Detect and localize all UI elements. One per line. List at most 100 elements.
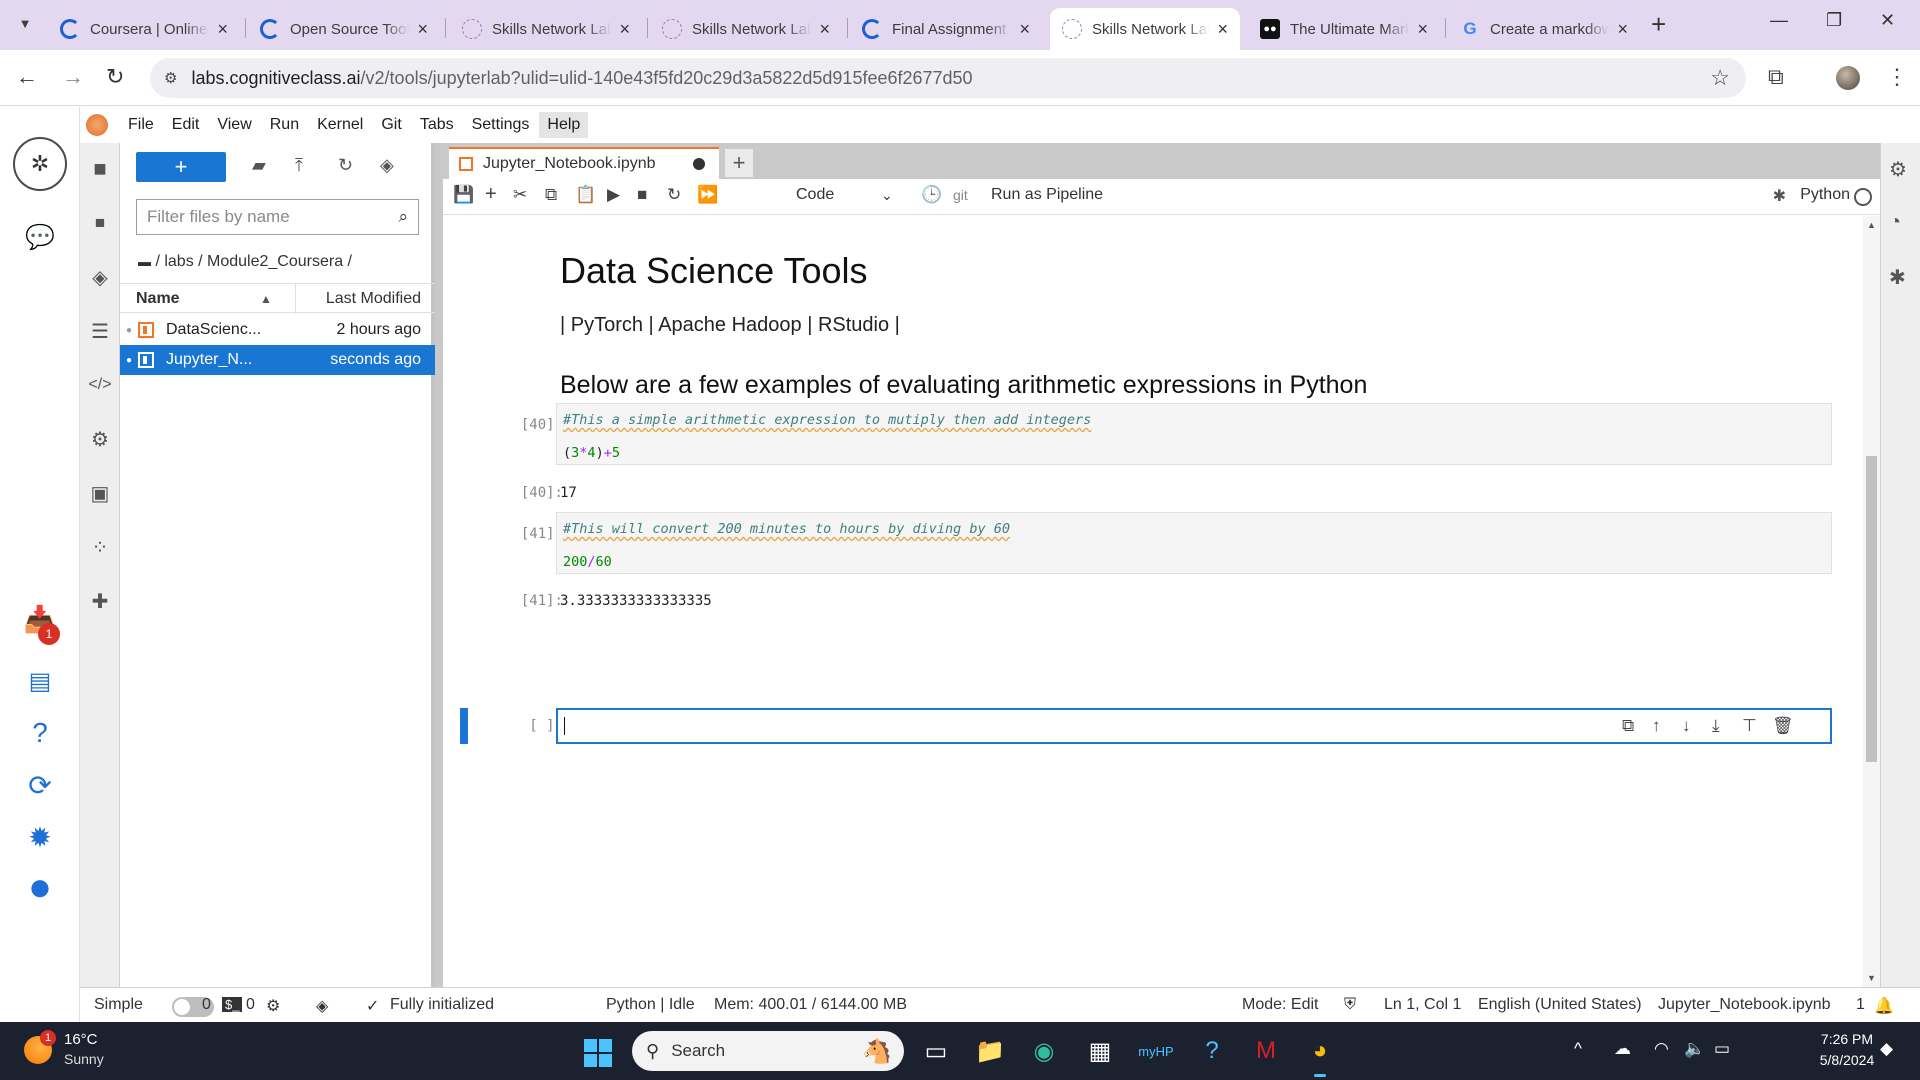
column-modified-header[interactable]: Last Modified: [326, 290, 421, 308]
weather-condition[interactable]: Sunny: [64, 1051, 104, 1067]
address-bar[interactable]: ⚙ labs.cognitiveclass.ai/v2/tools/jupyte…: [150, 58, 1746, 98]
refresh-icon[interactable]: ↻: [338, 155, 353, 176]
puzzle-icon[interactable]: ✚: [80, 581, 120, 621]
insert-cell-icon[interactable]: +: [485, 183, 497, 206]
move-down-icon[interactable]: ↓: [1682, 716, 1691, 736]
taskbar-search-box[interactable]: ⚲ Search 🐴: [632, 1031, 904, 1071]
delete-cell-icon[interactable]: 🗑: [1772, 716, 1794, 736]
browser-tab[interactable]: Coursera | Online Courses ×: [48, 8, 240, 50]
close-icon[interactable]: ×: [217, 19, 228, 40]
file-explorer-icon[interactable]: 📁: [972, 1033, 1008, 1069]
site-info-icon[interactable]: ⚙: [164, 69, 177, 87]
scroll-up-icon[interactable]: ▲: [1867, 220, 1876, 230]
menu-settings[interactable]: Settings: [464, 112, 538, 138]
profile-avatar[interactable]: [1836, 66, 1860, 90]
weather-temperature[interactable]: 16°C: [64, 1031, 98, 1048]
menu-run[interactable]: Run: [262, 112, 307, 138]
back-icon[interactable]: ←: [16, 64, 38, 90]
restart-icon[interactable]: ↻: [667, 185, 681, 205]
breadcrumb[interactable]: ▬ / labs / Module2_Coursera /: [138, 253, 352, 271]
minimize-icon[interactable]: —: [1770, 10, 1788, 31]
extension-manager-icon[interactable]: ⁘: [80, 527, 120, 567]
file-row[interactable]: ● DataScienc... 2 hours ago: [120, 315, 435, 345]
tab-search-button[interactable]: ▼: [12, 10, 38, 36]
column-divider[interactable]: [295, 284, 296, 314]
kernel-state[interactable]: Python | Idle: [606, 996, 695, 1014]
copilot-icon[interactable]: ◆: [1880, 1039, 1893, 1059]
menu-help[interactable]: Help: [539, 112, 589, 138]
terminal-count[interactable]: 0: [202, 996, 211, 1014]
property-inspector-icon[interactable]: ⚙: [80, 419, 120, 459]
kernel-count[interactable]: 0: [246, 996, 255, 1014]
forward-icon[interactable]: →: [62, 64, 84, 90]
notebook-scrollbar[interactable]: ▲ ▼: [1863, 216, 1880, 987]
browser-tab[interactable]: G Create a markdown ×: [1448, 8, 1640, 50]
git-status-icon[interactable]: ◈: [316, 996, 328, 1016]
browser-tab[interactable]: Final Assignment ×: [850, 8, 1042, 50]
close-icon[interactable]: ×: [1019, 19, 1030, 40]
url-text[interactable]: labs.cognitiveclass.ai/v2/tools/jupyterl…: [191, 68, 972, 89]
browser-tab[interactable]: Skills Network Labs ×: [650, 8, 842, 50]
close-icon[interactable]: ×: [1217, 19, 1228, 40]
theme-icon[interactable]: ✹: [12, 809, 68, 865]
close-icon[interactable]: ×: [619, 19, 630, 40]
save-icon[interactable]: 💾: [453, 185, 474, 205]
stop-icon[interactable]: ■: [637, 185, 647, 205]
paste-icon[interactable]: 📋: [575, 185, 596, 205]
file-filter-field[interactable]: ⌕: [136, 199, 419, 235]
chevron-down-icon[interactable]: ⌄: [881, 187, 893, 204]
menu-edit[interactable]: Edit: [164, 112, 208, 138]
onedrive-icon[interactable]: ☁: [1614, 1039, 1631, 1059]
chat-icon[interactable]: 💬: [12, 209, 68, 265]
battery-icon[interactable]: ▭: [1714, 1039, 1730, 1059]
browser-tab-active[interactable]: Skills Network Labs ×: [1050, 8, 1240, 50]
menu-kernel[interactable]: Kernel: [309, 112, 371, 138]
close-window-icon[interactable]: ✕: [1880, 10, 1895, 31]
runtime-images-icon[interactable]: ▣: [80, 473, 120, 513]
cursor-position[interactable]: Ln 1, Col 1: [1384, 996, 1461, 1014]
cut-icon[interactable]: ✂: [513, 185, 527, 205]
menu-file[interactable]: File: [120, 112, 162, 138]
notification-count[interactable]: 1: [1856, 996, 1865, 1014]
close-icon[interactable]: ×: [1417, 19, 1428, 40]
unsaved-indicator-icon[interactable]: [693, 158, 705, 170]
start-button[interactable]: [584, 1039, 612, 1067]
shield-icon[interactable]: ⛨: [1344, 996, 1356, 1014]
fast-forward-icon[interactable]: ⏩: [697, 185, 718, 205]
get-help-icon[interactable]: ?: [1194, 1033, 1230, 1069]
browser-tab[interactable]: Skills Network Labs ×: [450, 8, 642, 50]
wifi-icon[interactable]: ◠: [1654, 1039, 1669, 1059]
restore-icon[interactable]: ❐: [1826, 10, 1842, 31]
move-up-icon[interactable]: ↑: [1652, 716, 1661, 736]
duplicate-cell-icon[interactable]: ⧉: [1622, 716, 1634, 736]
new-tab-button[interactable]: +: [1651, 11, 1666, 37]
mcafee-icon[interactable]: M: [1248, 1033, 1284, 1069]
instructions-icon[interactable]: ▤: [12, 653, 68, 709]
insert-below-icon[interactable]: ⊤: [1742, 716, 1757, 736]
skills-network-logo-icon[interactable]: ✲: [13, 137, 67, 191]
code-cell[interactable]: #This will convert 200 minutes to hours …: [556, 512, 1832, 574]
run-icon[interactable]: ▶: [607, 185, 620, 205]
clock-date[interactable]: 5/8/2024: [1809, 1052, 1885, 1068]
file-filter-input[interactable]: [137, 207, 377, 227]
close-icon[interactable]: ×: [819, 19, 830, 40]
scroll-down-icon[interactable]: ▼: [1867, 973, 1876, 983]
git-clone-icon[interactable]: ◈: [380, 155, 394, 176]
browser-tab[interactable]: Open Source Tools ×: [248, 8, 440, 50]
debugger-icon[interactable]: ✱: [1889, 265, 1906, 290]
table-of-contents-icon[interactable]: ☰: [80, 311, 120, 351]
column-name-header[interactable]: Name: [136, 290, 180, 308]
myhp-icon[interactable]: myHP: [1138, 1033, 1174, 1069]
close-icon[interactable]: ×: [1617, 19, 1628, 40]
file-row-selected[interactable]: ● Jupyter_N... seconds ago: [120, 345, 435, 375]
debugger-icon[interactable]: ✱: [1773, 186, 1786, 206]
running-sessions-icon[interactable]: ⏹: [80, 203, 120, 243]
volume-icon[interactable]: 🔈: [1684, 1039, 1705, 1059]
new-folder-icon[interactable]: ▰: [252, 155, 266, 176]
task-view-icon[interactable]: ▭: [918, 1033, 954, 1069]
extensions-icon[interactable]: ⧉: [1768, 64, 1784, 90]
property-inspector-icon[interactable]: ⚙: [1889, 157, 1907, 182]
sync-icon[interactable]: ⟳: [12, 757, 68, 813]
run-as-pipeline-button[interactable]: Run as Pipeline: [991, 186, 1103, 204]
clock-icon[interactable]: 🕒: [921, 185, 942, 205]
